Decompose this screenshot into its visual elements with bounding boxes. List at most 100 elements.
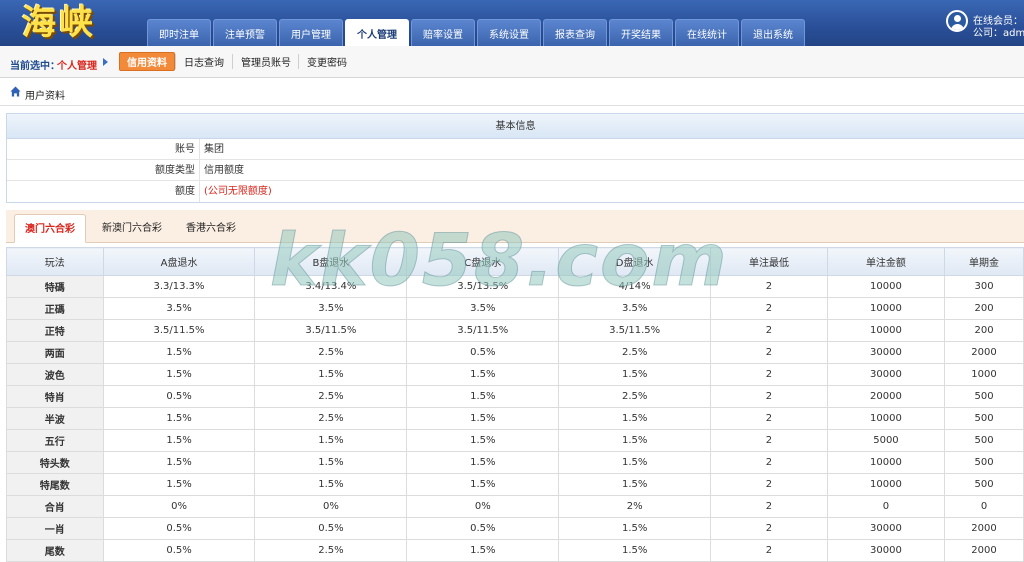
table-cell: 0.5% — [406, 341, 560, 364]
table-cell: 1.5% — [558, 539, 712, 562]
nav-tab-draw-results[interactable]: 开奖结果 — [609, 19, 673, 46]
table-cell: 2.5% — [558, 341, 712, 364]
logo: 海峡 — [22, 3, 96, 43]
nav-tab-instant-bets[interactable]: 即时注单 — [147, 19, 211, 46]
table-row: 两面 1.5% 2.5% 0.5% 2.5% 2 30000 2000 — [6, 341, 1024, 364]
table-row: 正碼 3.5% 3.5% 3.5% 3.5% 2 10000 200 — [6, 297, 1024, 320]
table-cell: 10000 — [826, 319, 946, 342]
table-cell: 2000 — [944, 517, 1024, 540]
arrow-right-icon — [103, 58, 108, 66]
table-cell: 3.5% — [102, 297, 256, 320]
table-row: 合肖 0% 0% 0% 2% 2 0 0 — [6, 495, 1024, 518]
info-label: 额度 — [7, 181, 200, 202]
nav-tab-user-management[interactable]: 用户管理 — [279, 19, 343, 46]
table-cell: 1.5% — [102, 429, 256, 452]
current-selection-value[interactable]: 个人管理 — [57, 57, 97, 72]
column-header: A盘退水 — [102, 247, 256, 276]
table-cell: 1.5% — [558, 407, 712, 430]
table-cell: 0 — [826, 495, 946, 518]
user-avatar-icon — [946, 10, 968, 32]
table-cell: 500 — [944, 451, 1024, 474]
table-cell: 500 — [944, 429, 1024, 452]
table-cell: 0.5% — [406, 517, 560, 540]
table-cell: 2000 — [944, 539, 1024, 562]
table-cell: 4/14% — [558, 275, 712, 298]
info-value: (公司无限额度) — [204, 186, 272, 197]
table-cell: 2 — [710, 451, 828, 474]
table-cell: 500 — [944, 473, 1024, 496]
basic-info-heading: 基本信息 — [7, 114, 1024, 139]
nav-tab-report-query[interactable]: 报表查询 — [543, 19, 607, 46]
table-cell: 2.5% — [254, 539, 408, 562]
table-cell: 1.5% — [558, 429, 712, 452]
nav-tab-online-stats[interactable]: 在线统计 — [675, 19, 739, 46]
column-header: C盘退水 — [406, 247, 560, 276]
home-icon — [10, 86, 21, 97]
row-header-cell: 正特 — [6, 319, 104, 342]
table-cell: 10000 — [826, 473, 946, 496]
table-row: 五行 1.5% 1.5% 1.5% 1.5% 2 5000 500 — [6, 429, 1024, 452]
table-row: 特肖 0.5% 2.5% 1.5% 2.5% 2 20000 500 — [6, 385, 1024, 408]
user-info: 在线会员：1 公司：admin — [946, 8, 1024, 39]
table-cell: 2 — [710, 319, 828, 342]
nav-tab-logout[interactable]: 退出系统 — [741, 19, 805, 46]
table-cell: 1.5% — [558, 473, 712, 496]
table-cell: 30000 — [826, 363, 946, 386]
table-cell: 3.5/11.5% — [558, 319, 712, 342]
table-cell: 3.5% — [406, 297, 560, 320]
lottery-tabs: 澳门六合彩 新澳门六合彩 香港六合彩 — [6, 210, 1024, 243]
table-cell: 1.5% — [102, 451, 256, 474]
tab-hongkong-mark-six[interactable]: 香港六合彩 — [176, 214, 246, 243]
table-cell: 2 — [710, 407, 828, 430]
rebate-table: 玩法 A盘退水 B盘退水 C盘退水 D盘退水 单注最低 单注金额 单期金 特碼 3… — [6, 247, 1024, 562]
sub-item-admin-accounts[interactable]: 管理员账号 — [234, 52, 298, 71]
column-header: 单注最低 — [710, 247, 828, 276]
row-header-cell: 特碼 — [6, 275, 104, 298]
sub-item-credit-info[interactable]: 信用资料 — [119, 52, 175, 71]
tab-macau-mark-six[interactable]: 澳门六合彩 — [14, 214, 86, 243]
table-cell: 10000 — [826, 297, 946, 320]
table-row: 特头数 1.5% 1.5% 1.5% 1.5% 2 10000 500 — [6, 451, 1024, 474]
sub-item-change-password[interactable]: 变更密码 — [300, 52, 354, 71]
nav-tab-bet-warning[interactable]: 注单预警 — [213, 19, 277, 46]
table-row: 特尾数 1.5% 1.5% 1.5% 1.5% 2 10000 500 — [6, 473, 1024, 496]
table-cell: 1.5% — [406, 429, 560, 452]
row-header-cell: 五行 — [6, 429, 104, 452]
table-cell: 2.5% — [254, 407, 408, 430]
sub-item-log-query[interactable]: 日志查询 — [177, 52, 231, 71]
column-header: 单期金 — [944, 247, 1024, 276]
table-cell: 0% — [254, 495, 408, 518]
table-cell: 500 — [944, 385, 1024, 408]
table-cell: 0.5% — [102, 385, 256, 408]
table-cell: 300 — [944, 275, 1024, 298]
table-row: 半波 1.5% 2.5% 1.5% 1.5% 2 10000 500 — [6, 407, 1024, 430]
table-cell: 2 — [710, 275, 828, 298]
nav-tab-odds-settings[interactable]: 赔率设置 — [411, 19, 475, 46]
table-cell: 0.5% — [102, 517, 256, 540]
table-header-row: 玩法 A盘退水 B盘退水 C盘退水 D盘退水 单注最低 单注金额 单期金 — [6, 247, 1024, 276]
row-header-cell: 一肖 — [6, 517, 104, 540]
table-cell: 200 — [944, 319, 1024, 342]
table-cell: 10000 — [826, 451, 946, 474]
table-cell: 3.3/13.3% — [102, 275, 256, 298]
table-cell: 1.5% — [558, 451, 712, 474]
main-nav: 即时注单 注单预警 用户管理 个人管理 赔率设置 系统设置 报表查询 开奖结果 … — [147, 19, 807, 46]
table-cell: 1.5% — [102, 407, 256, 430]
info-value: 信用额度 — [204, 165, 244, 176]
table-cell: 0.5% — [254, 517, 408, 540]
top-header: 海峡 即时注单 注单预警 用户管理 个人管理 赔率设置 系统设置 报表查询 开奖… — [0, 0, 1024, 46]
company-label: 公司：admin — [973, 28, 1024, 39]
table-cell: 200 — [944, 297, 1024, 320]
table-cell: 10000 — [826, 407, 946, 430]
info-value: 集团 — [204, 144, 224, 155]
table-row: 一肖 0.5% 0.5% 0.5% 1.5% 2 30000 2000 — [6, 517, 1024, 540]
nav-tab-personal-management[interactable]: 个人管理 — [345, 19, 409, 46]
basic-info-panel: 基本信息 账号 集团 额度类型 信用额度 额度 (公司无限额度) — [6, 113, 1024, 203]
table-cell: 30000 — [826, 517, 946, 540]
row-header-cell: 特尾数 — [6, 473, 104, 496]
nav-tab-system-settings[interactable]: 系统设置 — [477, 19, 541, 46]
tab-new-macau-mark-six[interactable]: 新澳门六合彩 — [92, 214, 172, 243]
row-header-cell: 正碼 — [6, 297, 104, 320]
info-row-credit-type: 额度类型 信用额度 — [7, 160, 1024, 181]
table-cell: 2.5% — [558, 385, 712, 408]
